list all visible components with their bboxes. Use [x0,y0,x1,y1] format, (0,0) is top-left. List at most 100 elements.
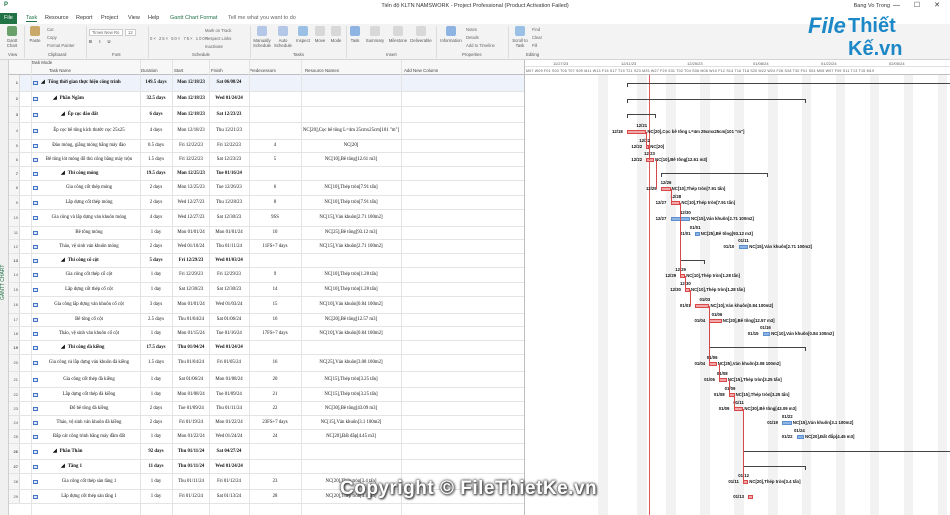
task-row[interactable]: 17 Bê tông cổ cột 2.5 days Thu 01/04/24 Sat … [9,314,524,327]
col-add-new[interactable]: Add New Column [404,68,438,73]
resource-names-cell[interactable]: NC[10],Ván khuôn[0.84 100m2] [301,327,401,340]
task-name-cell[interactable]: ◢ Tầng 1 [41,460,137,473]
predecessors-cell[interactable]: 24 [249,430,301,443]
dependency-link[interactable] [690,290,691,306]
critical-task-bar[interactable] [627,129,647,134]
font-style-buttons[interactable]: B I U [89,39,114,44]
resource-names-cell[interactable]: NC[30],Bê tông[43.09 m3] [301,402,401,415]
resource-names-cell[interactable] [301,444,401,459]
start-cell[interactable]: Mon 01/08/24 [172,388,210,401]
predecessors-cell[interactable]: 21 [249,388,301,401]
finish-cell[interactable]: Sat 12/30/23 [209,210,249,226]
duration-cell[interactable]: 4 days [140,123,172,139]
duration-cell[interactable]: 2 days [140,402,172,415]
predecessors-cell[interactable]: 23FS+7 days [249,416,301,429]
task-mode-cell[interactable] [31,327,39,340]
finish-cell[interactable]: Sat 01/06/24 [209,314,249,326]
task-mode-cell[interactable] [31,210,39,226]
duration-cell[interactable]: 1 day [140,327,172,340]
predecessors-cell[interactable] [249,107,301,122]
col-predecessors[interactable]: Predecessors [249,68,276,73]
find-button[interactable]: Find [532,27,540,32]
resource-names-cell[interactable]: NC[10],Thép tròn[1.28 tấn] [301,283,401,296]
task-row[interactable]: 15 Lắp dựng cốt thép cổ cột 1 day Sat 12/30… [9,283,524,297]
dependency-link[interactable] [680,203,682,276]
start-cell[interactable]: Mon 12/18/23 [172,107,210,122]
move-button[interactable]: Move [313,26,327,43]
row-id[interactable]: 22 [9,388,20,401]
tell-me-box[interactable]: Tell me what you want to do [228,15,296,21]
duration-cell[interactable]: 1 day [140,388,172,401]
resource-names-cell[interactable]: NC[15],Ván khuôn[2.71 100m2] [301,240,401,253]
start-cell[interactable]: Fri 12/29/23 [172,254,210,267]
task-name-cell[interactable]: Bê tông móng [41,227,137,239]
mode-button[interactable]: Mode [329,26,343,43]
task-mode-cell[interactable] [31,123,39,139]
duration-cell[interactable]: 0.5 days [140,140,172,152]
start-cell[interactable]: Tue 01/09/24 [172,402,210,415]
start-cell[interactable]: Thu 01/11/24 [172,460,210,473]
tab-help[interactable]: Help [148,15,159,21]
collapse-triangle-icon[interactable]: ◢ [61,171,65,177]
row-id[interactable]: 5 [9,140,20,152]
finish-cell[interactable]: Wed 01/24/24 [209,460,249,473]
tab-resource[interactable]: Resource [45,15,69,21]
duration-cell[interactable]: 2.5 days [140,314,172,326]
task-mode-cell[interactable] [31,444,39,459]
user-name[interactable]: Bang Vo Trong [854,3,890,9]
task-name-cell[interactable]: Gia công cốt thép đà kiềng [41,372,137,387]
tab-file[interactable]: File [0,13,17,24]
predecessors-cell[interactable]: 11FS+7 days [249,240,301,253]
task-mode-cell[interactable] [31,372,39,387]
row-id[interactable]: 11 [9,227,20,239]
finish-cell[interactable]: Thu 12/28/23 [209,196,249,209]
task-name-cell[interactable]: Bê tông lót móng đổ thủ công bằng máy tr… [41,153,137,166]
task-mode-cell[interactable] [31,107,39,122]
critical-task-bar[interactable] [719,378,727,382]
resource-names-cell[interactable] [301,167,401,180]
start-cell[interactable]: Thu 01/11/24 [172,444,210,459]
task-mode-cell[interactable] [31,490,39,503]
task-mode-cell[interactable] [31,355,39,371]
finish-cell[interactable]: Fri 01/05/24 [209,355,249,371]
predecessors-cell[interactable]: 14 [249,283,301,296]
resource-names-cell[interactable] [301,341,401,354]
task-row[interactable]: 18 Tháo, vệ sinh ván khuôn cổ cột 1 day Mon… [9,327,524,341]
duration-cell[interactable]: 1 day [140,372,172,387]
finish-cell[interactable]: Mon 01/08/24 [209,372,249,387]
finish-cell[interactable]: Sat 12/23/23 [209,153,249,166]
respect-links-button[interactable]: Respect Links [205,36,231,41]
row-id[interactable]: 12 [9,240,20,253]
cut-button[interactable]: Cut [47,27,54,32]
row-id[interactable]: 6 [9,153,20,166]
duration-cell[interactable]: 1 day [140,227,172,239]
resource-names-cell[interactable]: NC[20],Bê tông[12.57 m3] [301,314,401,326]
start-cell[interactable]: Wed 12/27/23 [172,210,210,226]
task-mode-cell[interactable] [31,402,39,415]
predecessors-cell[interactable]: 15 [249,297,301,313]
task-name-cell[interactable]: ◢ Thi công cổ cột [41,254,137,267]
collapse-triangle-icon[interactable]: ◢ [61,258,65,264]
window-controls[interactable]: — ☐ ✕ [893,1,946,9]
task-name-cell[interactable]: ◢ Thi công móng [41,167,137,180]
predecessors-cell[interactable]: 16 [249,355,301,371]
start-cell[interactable]: Fri 01/19/24 [172,416,210,429]
duration-cell[interactable]: 11 days [140,460,172,473]
task-row[interactable]: 5 Đào móng, giằng móng bằng máy đào 0.5 da… [9,140,524,153]
deliverable-button[interactable]: Deliverable [409,26,433,43]
row-id[interactable]: 28 [9,474,20,489]
task-row[interactable]: 6 Bê tông lót móng đổ thủ công bằng máy t… [9,153,524,167]
row-id[interactable]: 8 [9,181,20,195]
predecessors-cell[interactable]: 9SS [249,210,301,226]
task-mode-cell[interactable] [31,341,39,354]
task-mode-cell[interactable] [31,75,39,91]
start-cell[interactable]: Mon 01/15/24 [172,327,210,340]
duration-cell[interactable]: 5 days [140,254,172,267]
dependency-link[interactable] [670,188,672,203]
col-task-name[interactable]: Task Name [49,68,71,73]
finish-cell[interactable]: Fri 12/29/23 [209,268,249,282]
row-id[interactable]: 29 [9,490,20,503]
row-id[interactable]: 21 [9,372,20,387]
duration-cell[interactable]: 3 days [140,297,172,313]
task-name-cell[interactable]: Lắp dựng cốt thép móng [41,196,137,209]
